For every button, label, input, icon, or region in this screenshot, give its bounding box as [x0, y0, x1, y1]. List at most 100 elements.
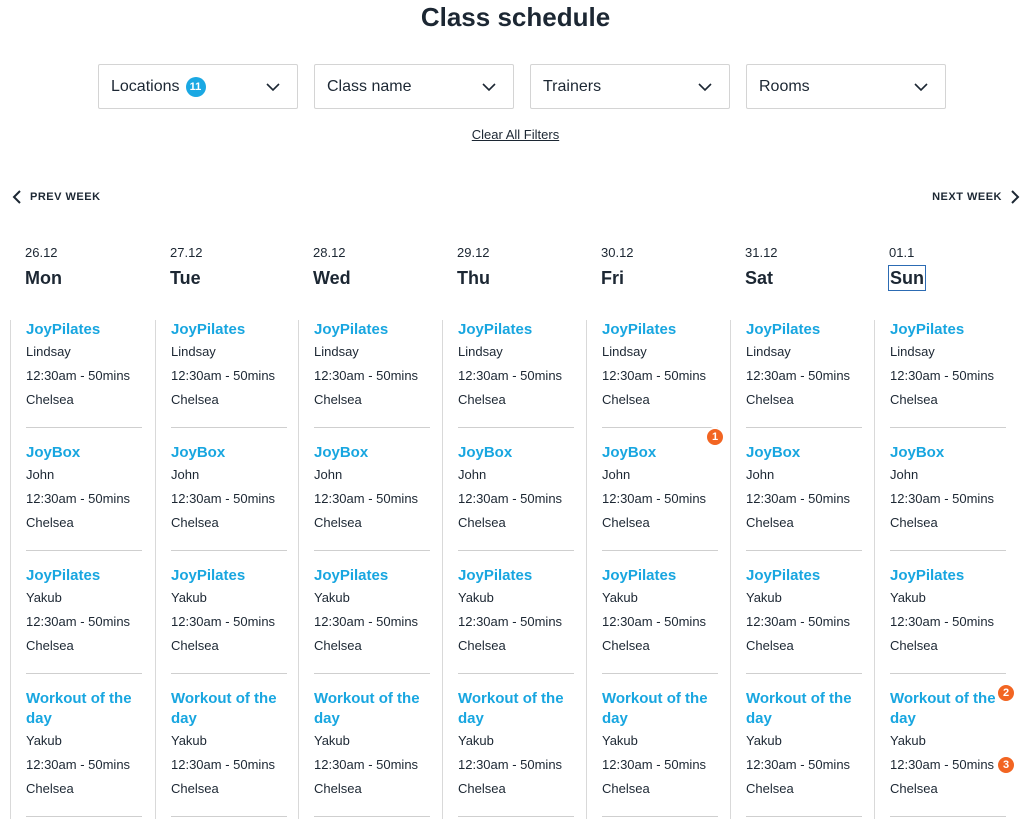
class-list: JoyPilates Lindsay 12:30am - 50mins Chelsea…: [155, 320, 289, 819]
class-location: Chelsea: [746, 638, 794, 653]
class-name[interactable]: JoyBox: [602, 443, 718, 463]
class-card[interactable]: JoyPilates Lindsay 12:30am - 50mins Chelsea: [458, 320, 574, 412]
class-trainer: Yakub: [314, 590, 350, 605]
class-name[interactable]: JoyBox: [314, 443, 430, 463]
class-card[interactable]: JoyPilates Lindsay 12:30am - 50mins Chelsea: [26, 320, 142, 412]
class-name[interactable]: JoyPilates: [314, 566, 430, 586]
class-name[interactable]: Workout of the day: [314, 689, 430, 729]
class-name[interactable]: Workout of the day: [171, 689, 287, 729]
class-name[interactable]: JoyPilates: [171, 320, 287, 340]
card-divider: [890, 550, 1006, 551]
class-name[interactable]: Workout of the day: [458, 689, 574, 729]
class-name[interactable]: Workout of the day: [602, 689, 718, 729]
day-name[interactable]: Mon: [25, 266, 62, 290]
class-trainer: Yakub: [746, 733, 782, 748]
filter-trainers[interactable]: Trainers: [530, 64, 730, 109]
class-card[interactable]: Workout of the day Yakub 12:30am - 50mins C…: [458, 689, 574, 801]
class-name[interactable]: Workout of the day: [890, 689, 1006, 729]
class-card[interactable]: Workout of the day Yakub 12:30am - 50mins C…: [602, 689, 718, 801]
day-name[interactable]: Wed: [313, 266, 351, 290]
class-name[interactable]: Workout of the day: [746, 689, 862, 729]
class-card[interactable]: JoyPilates Yakub 12:30am - 50mins Chelsea: [171, 566, 287, 658]
class-trainer: Yakub: [171, 733, 207, 748]
next-week-button[interactable]: NEXT WEEK: [932, 190, 1020, 204]
day-name[interactable]: Thu: [457, 266, 490, 290]
class-card[interactable]: JoyBox John 12:30am - 50mins Chelsea: [602, 443, 718, 535]
class-card[interactable]: JoyPilates Yakub 12:30am - 50mins Chelsea: [890, 566, 1006, 658]
card-divider: [602, 427, 718, 428]
class-trainer: John: [746, 467, 775, 482]
class-name[interactable]: JoyBox: [458, 443, 574, 463]
class-name[interactable]: Workout of the day: [26, 689, 142, 729]
card-divider: [458, 427, 574, 428]
class-name[interactable]: JoyPilates: [890, 566, 1006, 586]
chevron-left-icon: [12, 190, 21, 204]
class-card[interactable]: JoyPilates Lindsay 12:30am - 50mins Chelsea: [314, 320, 430, 412]
class-name[interactable]: JoyPilates: [314, 320, 430, 340]
class-card[interactable]: JoyBox John 12:30am - 50mins Chelsea: [890, 443, 1006, 535]
class-name[interactable]: JoyPilates: [26, 320, 142, 340]
class-card[interactable]: Workout of the day Yakub 12:30am - 50mins C…: [890, 689, 1006, 801]
day-name[interactable]: Sat: [745, 266, 773, 290]
class-name[interactable]: JoyPilates: [746, 566, 862, 586]
class-card[interactable]: JoyPilates Lindsay 12:30am - 50mins Chelsea: [890, 320, 1006, 412]
notification-badge: 3: [996, 755, 1016, 775]
class-card[interactable]: Workout of the day Yakub 12:30am - 50mins C…: [746, 689, 862, 801]
filter-class-name[interactable]: Class name: [314, 64, 514, 109]
card-divider: [26, 550, 142, 551]
class-card[interactable]: Workout of the day Yakub 12:30am - 50mins C…: [171, 689, 287, 801]
class-name[interactable]: JoyPilates: [602, 566, 718, 586]
class-time: 12:30am - 50mins: [314, 757, 419, 772]
class-card[interactable]: JoyPilates Yakub 12:30am - 50mins Chelsea: [602, 566, 718, 658]
class-trainer: Yakub: [458, 733, 494, 748]
day-date: 27.12: [170, 245, 203, 260]
class-name[interactable]: JoyBox: [746, 443, 862, 463]
class-name[interactable]: JoyBox: [171, 443, 287, 463]
filter-locations[interactable]: Locations 11: [98, 64, 298, 109]
class-card[interactable]: JoyPilates Lindsay 12:30am - 50mins Chelsea: [171, 320, 287, 412]
class-card[interactable]: JoyBox John 12:30am - 50mins Chelsea: [171, 443, 287, 535]
class-location: Chelsea: [314, 638, 362, 653]
class-name[interactable]: JoyBox: [26, 443, 142, 463]
class-location: Chelsea: [314, 392, 362, 407]
class-card[interactable]: JoyBox John 12:30am - 50mins Chelsea: [746, 443, 862, 535]
filter-rooms[interactable]: Rooms: [746, 64, 946, 109]
day-name[interactable]: Sun: [888, 265, 926, 291]
chevron-down-icon: [914, 83, 928, 92]
class-card[interactable]: JoyPilates Lindsay 12:30am - 50mins Chelsea: [746, 320, 862, 412]
class-name[interactable]: JoyPilates: [746, 320, 862, 340]
class-name[interactable]: JoyPilates: [26, 566, 142, 586]
class-card[interactable]: JoyBox John 12:30am - 50mins Chelsea: [26, 443, 142, 535]
class-time: 12:30am - 50mins: [314, 491, 419, 506]
class-time: 12:30am - 50mins: [26, 368, 131, 383]
prev-week-button[interactable]: PREV WEEK: [12, 190, 101, 204]
class-name[interactable]: JoyBox: [890, 443, 1006, 463]
class-location: Chelsea: [26, 392, 74, 407]
class-card[interactable]: JoyPilates Yakub 12:30am - 50mins Chelsea: [314, 566, 430, 658]
class-name[interactable]: JoyPilates: [458, 320, 574, 340]
class-card[interactable]: JoyPilates Yakub 12:30am - 50mins Chelsea: [746, 566, 862, 658]
class-name[interactable]: JoyPilates: [602, 320, 718, 340]
class-card[interactable]: JoyPilates Yakub 12:30am - 50mins Chelsea: [458, 566, 574, 658]
filter-label: Locations: [111, 77, 180, 95]
class-card[interactable]: JoyPilates Yakub 12:30am - 50mins Chelsea: [26, 566, 142, 658]
class-name[interactable]: JoyPilates: [458, 566, 574, 586]
day-name[interactable]: Fri: [601, 266, 624, 290]
class-card[interactable]: JoyPilates Lindsay 12:30am - 50mins Chelsea: [602, 320, 718, 412]
clear-all-filters-link[interactable]: Clear All Filters: [472, 127, 559, 142]
class-time: 12:30am - 50mins: [26, 491, 131, 506]
class-card[interactable]: JoyBox John 12:30am - 50mins Chelsea: [314, 443, 430, 535]
day-date: 30.12: [601, 245, 634, 260]
class-name[interactable]: JoyPilates: [171, 566, 287, 586]
class-time: 12:30am - 50mins: [458, 757, 563, 772]
class-name[interactable]: JoyPilates: [890, 320, 1006, 340]
class-card[interactable]: JoyBox John 12:30am - 50mins Chelsea: [458, 443, 574, 535]
card-divider: [458, 673, 574, 674]
class-trainer: John: [602, 467, 631, 482]
day-name[interactable]: Tue: [170, 266, 201, 290]
class-card[interactable]: Workout of the day Yakub 12:30am - 50mins C…: [314, 689, 430, 801]
day-column: 29.12 Thu JoyPilates Lindsay 12:30am - 50min…: [432, 245, 576, 819]
class-location: Chelsea: [602, 781, 650, 796]
day-column: 28.12 Wed JoyPilates Lindsay 12:30am - 50min…: [288, 245, 432, 819]
class-card[interactable]: Workout of the day Yakub 12:30am - 50mins C…: [26, 689, 142, 801]
